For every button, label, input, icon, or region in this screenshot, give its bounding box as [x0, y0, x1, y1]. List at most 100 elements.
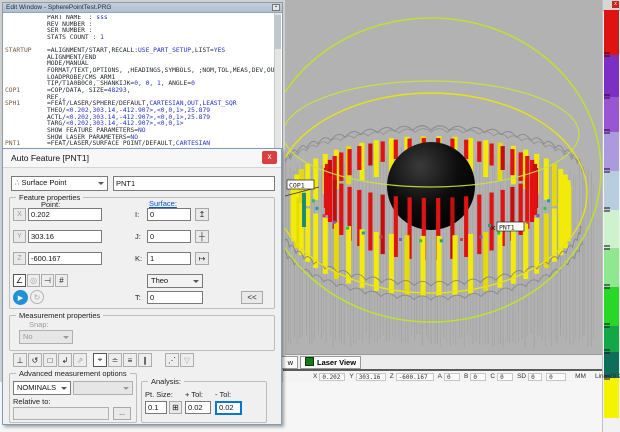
- colorbar-tick: [604, 129, 610, 131]
- tool-icon[interactable]: ◎: [27, 274, 40, 287]
- t-input[interactable]: 0: [147, 291, 203, 304]
- status-field: X0.202: [313, 373, 345, 381]
- status-field: SD0: [517, 373, 542, 381]
- code-line: PART NAME : sss: [5, 15, 274, 22]
- measure-tools-row-a: ⊥↺□↲⇗: [13, 353, 87, 367]
- graphics-view[interactable]: COP1PNT1: [285, 0, 603, 354]
- feature-name-input[interactable]: PNT1: [113, 176, 275, 191]
- relative-to-label: Relative to:: [13, 397, 51, 406]
- colorbar-tick: [604, 352, 610, 354]
- tool-icon[interactable]: ∠: [13, 274, 26, 287]
- plus-tol-input[interactable]: 0.02: [185, 401, 211, 414]
- tool-icon[interactable]: #: [55, 274, 68, 287]
- crosshair-icon[interactable]: ┼: [195, 230, 209, 243]
- edit-window-menu-button[interactable]: ▪: [272, 4, 280, 11]
- collapse-button[interactable]: <<: [241, 291, 263, 304]
- tab-laser-view[interactable]: Laser View: [300, 356, 361, 369]
- tool-icon[interactable]: ⋰: [165, 353, 179, 367]
- colorbar-tick: [604, 207, 610, 209]
- dialog-titlebar[interactable]: Auto Feature [PNT1] x: [3, 149, 281, 168]
- test-play-button[interactable]: ▶: [13, 290, 28, 305]
- z-coordinate-input[interactable]: -600.167: [28, 252, 102, 265]
- tool-icon[interactable]: ⊥: [13, 353, 27, 367]
- colorbar-tick: [604, 97, 610, 99]
- tool-icon[interactable]: ⌖: [93, 353, 107, 367]
- y-axis-button[interactable]: Y: [13, 230, 26, 243]
- pt-size-grid-icon[interactable]: ⊞: [169, 401, 182, 414]
- minus-tol-input[interactable]: 0.02: [215, 401, 242, 415]
- colorbar-tick: [604, 94, 610, 96]
- code-line: FORMAT/TEXT,OPTIONS, ,HEADINGS,SYMBOLS, …: [5, 68, 274, 75]
- vector-flip-icon[interactable]: ↦: [195, 252, 209, 265]
- status-bar: X0.202Y303.16Z-600.167A0B0C0SD00 MM Line…: [283, 371, 602, 382]
- tool-icon[interactable]: ▽: [180, 353, 194, 367]
- scene-canvas[interactable]: COP1PNT1: [285, 0, 603, 354]
- browse-button[interactable]: ...: [113, 407, 131, 420]
- colorbar-close-icon[interactable]: x: [612, 1, 619, 8]
- k-input[interactable]: 1: [147, 252, 191, 265]
- status-units: MM: [575, 373, 586, 380]
- tool-icon[interactable]: □: [43, 353, 57, 367]
- nominals-dropdown[interactable]: NOMINALS: [13, 381, 71, 395]
- chevron-down-icon: [193, 280, 199, 283]
- k-label: K:: [135, 254, 142, 263]
- tool-icon[interactable]: ∥: [138, 353, 152, 367]
- i-label: I:: [135, 210, 139, 219]
- regenerate-button[interactable]: ↻: [30, 290, 44, 304]
- tool-icon[interactable]: ↺: [28, 353, 42, 367]
- tool-icon[interactable]: ⇗: [73, 353, 87, 367]
- snap-label: Snap:: [29, 320, 49, 329]
- auto-feature-dialog: Auto Feature [PNT1] x ∴Surface Point PNT…: [2, 148, 282, 425]
- colorbar-segment: [604, 378, 619, 418]
- edit-window-titlebar[interactable]: Edit Window - SpherePointTest.PRG ▪: [3, 3, 282, 13]
- j-label: J:: [135, 232, 141, 241]
- code-line: COP1=COP/DATA, SIZE=48293,: [5, 88, 274, 95]
- tool-icon[interactable]: ↲: [58, 353, 72, 367]
- status-field: B0: [464, 373, 486, 381]
- colorbar-tick: [604, 323, 610, 325]
- colorbar-segment: [604, 132, 619, 171]
- pt-size-input[interactable]: 0.1: [145, 401, 167, 414]
- colorbar-tick: [604, 349, 610, 351]
- secondary-dropdown[interactable]: [73, 381, 133, 395]
- colorbar-tick: [604, 55, 610, 57]
- analysis-legend: Analysis:: [148, 377, 184, 386]
- i-input[interactable]: 0: [147, 208, 191, 221]
- x-axis-button[interactable]: X: [13, 208, 26, 221]
- x-coordinate-input[interactable]: 0.202: [28, 208, 102, 221]
- snap-dropdown[interactable]: No: [19, 330, 73, 344]
- code-line: STATS COUNT : 1: [5, 35, 274, 42]
- colorbar-segment: [604, 210, 619, 248]
- code-area[interactable]: PART NAME : sssREV NUMBER :SER NUMBER :S…: [5, 15, 274, 149]
- colorbar-segment: [604, 97, 619, 132]
- colorbar-segment: [604, 248, 619, 287]
- colorbar-tick: [604, 248, 610, 250]
- close-icon[interactable]: x: [262, 151, 277, 164]
- scrollbar-thumb[interactable]: [275, 15, 281, 49]
- status-caret-position: Line 29 Col 034: [595, 373, 620, 380]
- colorbar-segment: [604, 287, 619, 326]
- status-field: Z-600.167: [390, 373, 434, 381]
- code-line: REV NUMBER :: [5, 22, 274, 29]
- feature-type-dropdown[interactable]: ∴Surface Point: [11, 176, 108, 191]
- theo-mode-dropdown[interactable]: Theo: [147, 274, 203, 288]
- colorbar-segment: [604, 55, 619, 97]
- tool-icon[interactable]: ≡: [123, 353, 137, 367]
- status-field: 0: [546, 373, 566, 381]
- relative-to-input[interactable]: [13, 407, 109, 420]
- tool-icon[interactable]: ≐: [108, 353, 122, 367]
- measurement-properties-legend: Measurement properties: [16, 311, 103, 320]
- z-axis-button[interactable]: Z: [13, 252, 26, 265]
- colorbar-segment: [604, 10, 619, 55]
- status-fields: X0.202Y303.16Z-600.167A0B0C0SD00: [313, 373, 566, 381]
- j-input[interactable]: 0: [147, 230, 191, 243]
- edit-window-scrollbar[interactable]: [274, 13, 281, 148]
- surface-link[interactable]: Surface:: [149, 199, 177, 208]
- code-line: STARTUP=ALIGNMENT/START,RECALL:USE_PART_…: [5, 48, 274, 55]
- colorbar-scale: [604, 10, 619, 418]
- surface-normal-icon[interactable]: ↥: [195, 208, 209, 221]
- chevron-down-icon: [63, 336, 69, 339]
- y-coordinate-input[interactable]: 303.16: [28, 230, 102, 243]
- tool-icon[interactable]: ⊣: [41, 274, 54, 287]
- minus-tol-label: - Tol:: [215, 390, 231, 399]
